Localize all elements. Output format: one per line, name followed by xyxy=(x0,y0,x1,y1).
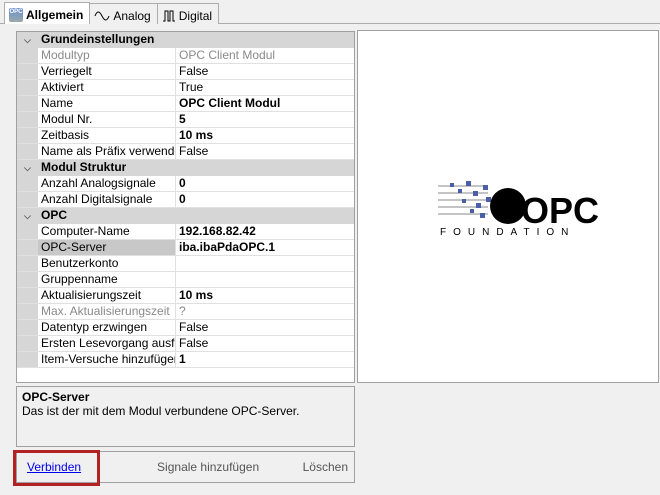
property-value[interactable]: iba.ibaPdaOPC.1 xyxy=(176,240,354,255)
tab-strip: OPC Allgemein Analog Digital xyxy=(4,2,220,24)
row-gutter xyxy=(17,112,38,127)
collapse-chevron-icon[interactable]: ⌵ xyxy=(17,32,38,48)
property-value[interactable]: ? xyxy=(176,304,354,319)
collapse-chevron-icon[interactable]: ⌵ xyxy=(17,160,38,176)
property-name: Anzahl Analogsignale xyxy=(38,176,176,191)
description-panel: OPC-Server Das ist der mit dem Modul ver… xyxy=(16,386,355,447)
tab-analog[interactable]: Analog xyxy=(89,3,158,24)
sine-wave-icon xyxy=(94,11,110,20)
property-row[interactable]: Aktiviert True xyxy=(17,80,354,96)
tab-digital[interactable]: Digital xyxy=(156,3,220,24)
row-gutter xyxy=(17,176,38,191)
category-row[interactable]: ⌵ OPC xyxy=(17,208,354,224)
property-name: Gruppenname xyxy=(38,272,176,287)
property-name: Max. Aktualisierungszeit xyxy=(38,304,176,319)
property-name: OPC xyxy=(41,208,68,222)
property-row[interactable]: Anzahl Digitalsignale 0 xyxy=(17,192,354,208)
row-gutter xyxy=(17,320,38,335)
svg-text:FOUNDATION: FOUNDATION xyxy=(440,227,575,238)
property-value[interactable]: False xyxy=(176,320,354,335)
row-gutter xyxy=(17,128,38,143)
category-row[interactable]: ⌵ Modul Struktur xyxy=(17,160,354,176)
property-name: Modul Nr. xyxy=(38,112,176,127)
property-row[interactable]: Gruppenname xyxy=(17,272,354,288)
property-name: Datentyp erzwingen xyxy=(38,320,176,335)
property-value[interactable]: 0 xyxy=(176,176,354,191)
property-value[interactable] xyxy=(176,256,354,271)
row-gutter xyxy=(17,240,38,255)
property-row[interactable]: Verriegelt False xyxy=(17,64,354,80)
property-name: Verriegelt xyxy=(38,64,176,79)
svg-text:OPC: OPC xyxy=(521,190,599,231)
property-value[interactable] xyxy=(176,272,354,287)
opc-icon: OPC xyxy=(9,8,23,22)
collapse-chevron-icon[interactable]: ⌵ xyxy=(17,208,38,224)
property-grid[interactable]: ⌵ Grundeinstellungen Modultyp OPC Client Mo… xyxy=(16,31,355,383)
property-value[interactable]: OPC Client Modul xyxy=(176,48,354,63)
property-row[interactable]: Name OPC Client Modul xyxy=(17,96,354,112)
property-name: Modultyp xyxy=(38,48,176,63)
opc-foundation-logo-panel: OPC FOUNDATION xyxy=(357,30,659,383)
property-value[interactable]: 10 ms xyxy=(176,128,354,143)
property-row[interactable]: Max. Aktualisierungszeit? xyxy=(17,304,354,320)
row-gutter xyxy=(17,352,38,367)
property-row[interactable]: Name als Präfix verwenden False xyxy=(17,144,354,160)
property-row[interactable]: Item-Versuche hinzufügen 1 xyxy=(17,352,354,368)
property-name: Ersten Lesevorgang ausführen xyxy=(38,336,176,351)
category-row[interactable]: ⌵ Grundeinstellungen xyxy=(17,32,354,48)
row-gutter xyxy=(17,304,38,319)
property-name: Item-Versuche hinzufügen xyxy=(38,352,176,367)
property-name: Modul Struktur xyxy=(41,160,127,174)
property-value[interactable]: 192.168.82.42 xyxy=(176,224,354,239)
property-row[interactable]: Benutzerkonto xyxy=(17,256,354,272)
property-row[interactable]: Aktualisierungszeit 10 ms xyxy=(17,288,354,304)
property-name: Grundeinstellungen xyxy=(41,32,155,46)
property-name: Name xyxy=(38,96,176,111)
row-gutter xyxy=(17,288,38,303)
row-gutter xyxy=(17,336,38,351)
property-value[interactable]: False xyxy=(176,144,354,159)
property-value[interactable]: 1 xyxy=(176,352,354,367)
property-row[interactable]: Ersten Lesevorgang ausführenFalse xyxy=(17,336,354,352)
property-name: Computer-Name xyxy=(38,224,176,239)
row-gutter xyxy=(17,48,38,63)
row-gutter xyxy=(17,80,38,95)
tab-allgemein[interactable]: OPC Allgemein xyxy=(4,2,91,24)
row-gutter xyxy=(17,256,38,271)
row-gutter xyxy=(17,272,38,287)
property-name: Anzahl Digitalsignale xyxy=(38,192,176,207)
row-gutter xyxy=(17,64,38,79)
opc-foundation-logo: OPC FOUNDATION xyxy=(438,181,599,238)
property-value[interactable]: 10 ms xyxy=(176,288,354,303)
property-row[interactable]: Modultyp OPC Client Modul xyxy=(17,48,354,64)
digital-pulse-icon xyxy=(162,10,175,21)
property-value[interactable]: False xyxy=(176,336,354,351)
row-gutter xyxy=(17,224,38,239)
property-row[interactable]: Anzahl Analogsignale 0 xyxy=(17,176,354,192)
property-value[interactable]: True xyxy=(176,80,354,95)
property-name: Aktualisierungszeit xyxy=(38,288,176,303)
property-name: Zeitbasis xyxy=(38,128,176,143)
property-row[interactable]: Zeitbasis 10 ms xyxy=(17,128,354,144)
property-value[interactable]: OPC Client Modul xyxy=(176,96,354,111)
row-gutter xyxy=(17,144,38,159)
property-name: Benutzerkonto xyxy=(38,256,176,271)
highlight-box xyxy=(13,450,100,486)
property-row[interactable]: Datentyp erzwingen False xyxy=(17,320,354,336)
description-title: OPC-Server xyxy=(22,390,90,404)
row-gutter xyxy=(17,96,38,111)
property-row[interactable]: OPC-Server iba.ibaPdaOPC.1 xyxy=(17,240,354,256)
delete-button[interactable]: Löschen xyxy=(303,460,348,474)
add-signals-button[interactable]: Signale hinzufügen xyxy=(157,460,259,474)
property-row[interactable]: Modul Nr. 5 xyxy=(17,112,354,128)
property-value[interactable]: 0 xyxy=(176,192,354,207)
property-row[interactable]: Computer-Name 192.168.82.42 xyxy=(17,224,354,240)
property-value[interactable]: False xyxy=(176,64,354,79)
property-name: Aktiviert xyxy=(38,80,176,95)
property-name: Name als Präfix verwenden xyxy=(38,144,176,159)
property-name: OPC-Server xyxy=(38,240,176,255)
property-value[interactable]: 5 xyxy=(176,112,354,127)
description-text: Das ist der mit dem Modul verbundene OPC… xyxy=(22,404,300,418)
row-gutter xyxy=(17,192,38,207)
